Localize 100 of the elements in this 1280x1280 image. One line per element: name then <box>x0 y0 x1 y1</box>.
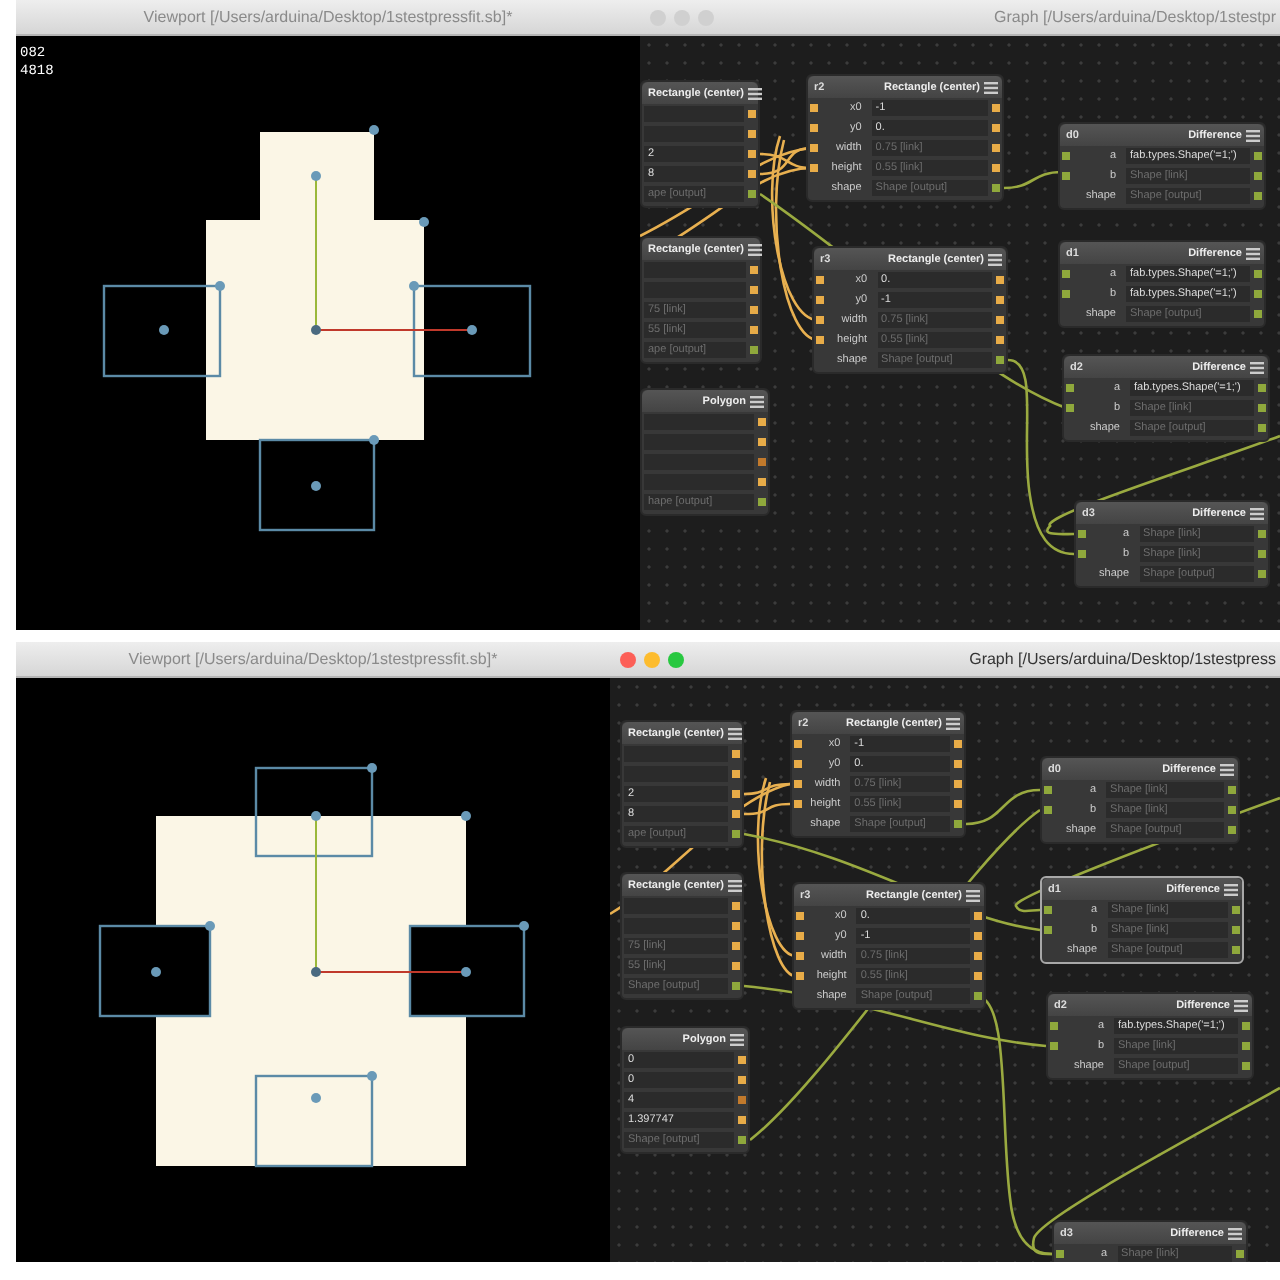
input-port[interactable] <box>810 144 818 152</box>
output-port[interactable] <box>992 164 1000 172</box>
input-port[interactable] <box>794 800 802 808</box>
output-port[interactable] <box>1258 550 1266 558</box>
menu-icon[interactable] <box>728 727 742 739</box>
menu-icon[interactable] <box>983 81 998 93</box>
input-port[interactable] <box>796 932 804 940</box>
output-port[interactable] <box>992 184 1000 192</box>
output-port[interactable] <box>758 478 766 486</box>
minimize-button[interactable] <box>644 651 660 667</box>
minimize-button[interactable] <box>674 9 690 25</box>
input-port[interactable] <box>816 336 824 344</box>
output-port[interactable] <box>750 326 758 334</box>
input-port[interactable] <box>1044 786 1052 794</box>
output-port[interactable] <box>1258 384 1266 392</box>
output-port[interactable] <box>732 962 740 970</box>
output-port[interactable] <box>732 902 740 910</box>
output-port[interactable] <box>758 438 766 446</box>
output-port[interactable] <box>974 972 982 980</box>
input-port[interactable] <box>794 780 802 788</box>
input-port[interactable] <box>794 760 802 768</box>
menu-icon[interactable] <box>1249 507 1264 519</box>
input-port[interactable] <box>1044 806 1052 814</box>
output-port[interactable] <box>974 992 982 1000</box>
input-port[interactable] <box>810 104 818 112</box>
input-port[interactable] <box>796 952 804 960</box>
menu-icon[interactable] <box>945 717 960 729</box>
output-port[interactable] <box>1232 906 1240 914</box>
output-port[interactable] <box>1258 530 1266 538</box>
output-port[interactable] <box>974 912 982 920</box>
output-port[interactable] <box>1228 826 1236 834</box>
value-field[interactable] <box>644 414 754 430</box>
input-port[interactable] <box>796 912 804 920</box>
output-port[interactable] <box>1228 786 1236 794</box>
menu-icon[interactable] <box>1245 129 1260 141</box>
output-port[interactable] <box>1232 926 1240 934</box>
input-port[interactable] <box>1044 906 1052 914</box>
input-port[interactable] <box>810 124 818 132</box>
menu-icon[interactable] <box>1245 247 1260 259</box>
output-port[interactable] <box>996 316 1004 324</box>
output-port[interactable] <box>1242 1022 1250 1030</box>
value-field[interactable] <box>644 106 744 122</box>
input-port[interactable] <box>1050 1042 1058 1050</box>
output-port[interactable] <box>758 418 766 426</box>
menu-icon[interactable] <box>750 395 764 407</box>
menu-icon[interactable] <box>730 1033 744 1045</box>
output-port[interactable] <box>732 922 740 930</box>
output-port[interactable] <box>992 104 1000 112</box>
output-port[interactable] <box>748 110 756 118</box>
menu-icon[interactable] <box>965 889 980 901</box>
menu-icon[interactable] <box>1249 361 1264 373</box>
output-port[interactable] <box>738 1136 746 1144</box>
input-port[interactable] <box>1062 270 1070 278</box>
output-port[interactable] <box>748 130 756 138</box>
close-button[interactable] <box>650 9 666 25</box>
output-port[interactable] <box>974 932 982 940</box>
output-port[interactable] <box>992 144 1000 152</box>
output-port[interactable] <box>748 170 756 178</box>
output-port[interactable] <box>738 1056 746 1064</box>
output-port[interactable] <box>992 124 1000 132</box>
output-port[interactable] <box>732 770 740 778</box>
output-port[interactable] <box>996 296 1004 304</box>
output-port[interactable] <box>996 356 1004 364</box>
menu-icon[interactable] <box>748 87 762 99</box>
output-port[interactable] <box>750 306 758 314</box>
value-field[interactable] <box>624 746 728 762</box>
output-port[interactable] <box>732 750 740 758</box>
output-port[interactable] <box>732 830 740 838</box>
output-port[interactable] <box>954 780 962 788</box>
input-port[interactable] <box>1066 404 1074 412</box>
graph-canvas[interactable] <box>640 36 1280 630</box>
input-port[interactable] <box>1044 926 1052 934</box>
output-port[interactable] <box>748 150 756 158</box>
output-port[interactable] <box>954 760 962 768</box>
input-port[interactable] <box>810 164 818 172</box>
output-port[interactable] <box>996 276 1004 284</box>
output-port[interactable] <box>974 952 982 960</box>
menu-icon[interactable] <box>728 879 742 891</box>
menu-icon[interactable] <box>987 253 1002 265</box>
menu-icon[interactable] <box>1219 763 1234 775</box>
input-port[interactable] <box>1078 530 1086 538</box>
output-port[interactable] <box>1254 152 1262 160</box>
input-port[interactable] <box>796 972 804 980</box>
value-field[interactable] <box>624 898 728 914</box>
menu-icon[interactable] <box>1223 883 1238 895</box>
output-port[interactable] <box>1242 1042 1250 1050</box>
output-port[interactable] <box>1254 192 1262 200</box>
menu-icon[interactable] <box>1233 999 1248 1011</box>
output-port[interactable] <box>738 1116 746 1124</box>
output-port[interactable] <box>732 982 740 990</box>
input-port[interactable] <box>1062 290 1070 298</box>
output-port[interactable] <box>1258 404 1266 412</box>
output-port[interactable] <box>758 498 766 506</box>
output-port[interactable] <box>738 1096 746 1104</box>
value-field[interactable] <box>644 262 746 278</box>
output-port[interactable] <box>1254 290 1262 298</box>
output-port[interactable] <box>732 790 740 798</box>
input-port[interactable] <box>794 740 802 748</box>
input-port[interactable] <box>1050 1022 1058 1030</box>
output-port[interactable] <box>1228 806 1236 814</box>
